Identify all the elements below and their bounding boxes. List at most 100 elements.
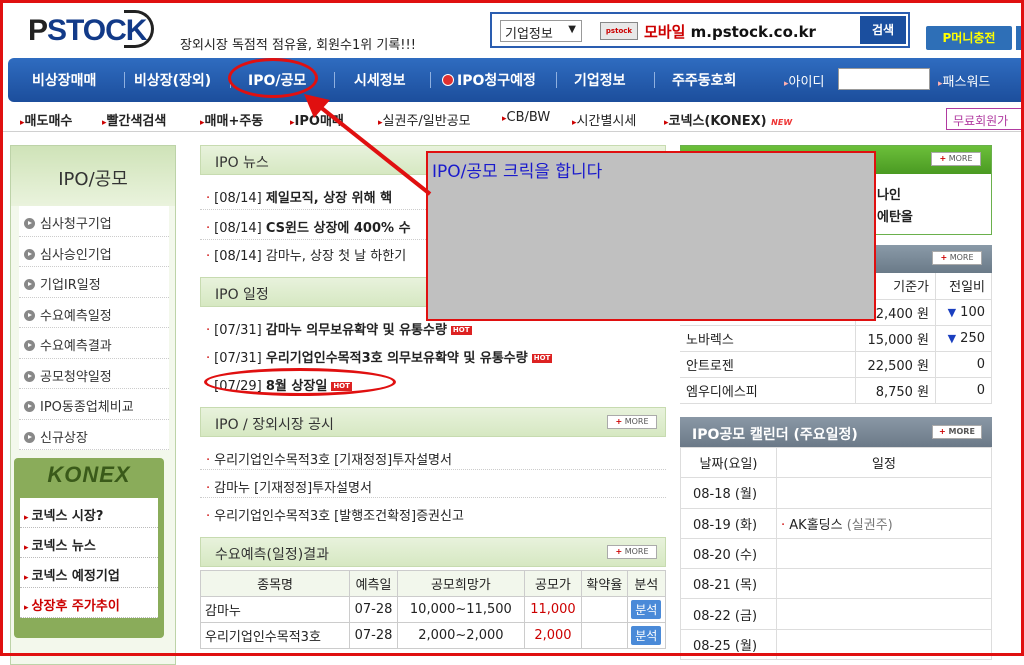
slogan: 장외시장 독점적 점유율, 회원수1위 기록!!! [180,38,416,53]
nav-item-shareholders[interactable]: 주주동호회 [672,70,736,90]
demand-result-table: 종목명 예측일 공모희망가 공모가 확약율 분석 감마누 07-28 10,00… [199,570,667,649]
analysis-cell: 분석 [626,622,667,649]
demand-result-header: 수요예측(일정)결과 + MORE [200,537,666,567]
ipo-calendar-table: 날짜(요일) 일정 08-18 (월) 08-19 (화) · AK홀딩스 (실권… [680,446,992,661]
sidebar-item-ir-schedule[interactable]: 기업IR일정 [19,267,169,298]
calendar-event [776,537,992,570]
pmoney-charge-button[interactable]: P머니충전 [926,26,1012,50]
arrow-bullet-icon [24,279,35,290]
subnav-item-cbbw[interactable]: ▸CB/BW [502,110,550,125]
table-header-row: 종목명 예측일 공모희망가 공모가 확약율 분석 [199,570,667,597]
stock-name[interactable]: 감마누 [199,596,351,623]
ipo-calendar-header: IPO공모 캘린더 (주요일정) + MORE [680,417,992,447]
arrow-bullet-icon [24,309,35,321]
sidebar-item-demand-result[interactable]: 수요예측결과 [19,328,169,359]
ipo-circle-icon [442,74,454,86]
search-button[interactable]: 검색 [860,16,906,44]
sidebar-item-review-approved[interactable]: 심사승인기업 [19,237,169,267]
sidebar-item-peer-compare[interactable]: IPO동종업체비교 [19,389,169,420]
sidebar-item-review-request[interactable]: 심사청구기업 [19,206,169,237]
password-label: ▸패스워드 [938,75,991,90]
nav-item-company-info[interactable]: 기업정보 [574,70,626,90]
mobile-phone-icon: pstock [600,22,638,40]
stock-name[interactable]: 우리기업인수목적3호 [199,622,351,649]
table-row: 08-21 (목) [680,568,992,600]
notice-item[interactable]: · 우리기업인수목적3호 [기재정정]투자설명서 [206,449,452,468]
right-box-line[interactable]: 나인 [877,184,901,203]
chevron-down-icon: ▼ [568,24,576,35]
stock-name[interactable]: 엠우디에스피 [680,377,857,404]
arrow-bullet-icon [24,248,35,260]
nav-divider [430,72,431,88]
table-row: 안트로젠 22,500 원 0 [680,351,992,378]
schedule-item[interactable]: · [07/31] 우리기업인수목적3호 의무보유확약 및 유통수량 HOT [206,347,553,366]
subnav-item-trade[interactable]: ▸매도매수 [20,110,72,129]
subnav-item-konex[interactable]: ▸코넥스(KONEX) NEW [664,110,792,129]
konex-item-market[interactable]: ▸ 코넥스 시장? [20,498,158,528]
id-input[interactable] [838,68,930,90]
subnav-item-hourly[interactable]: ▸시간별시세 [572,110,636,129]
notice-item[interactable]: · 감마누 [기재정정]투자설명서 [206,477,372,496]
notice-item[interactable]: · 우리기업인수목적3호 [발행조건확정]증권신고 [206,505,464,524]
konex-item-news[interactable]: ▸ 코넥스 뉴스 [20,528,158,558]
schedule-item[interactable]: · [07/31] 감마누 의무보유확약 및 유통수량 HOT [206,319,472,338]
partial-button[interactable] [1016,26,1024,50]
konex-item-planned[interactable]: ▸ 코넥스 예정기업 [20,558,158,588]
price-range: 2,000~2,000 [396,622,525,649]
subnav-item-trade-plus[interactable]: ▸매매+주동 [200,110,263,129]
news-item[interactable]: · [08/14] 감마누, 상장 첫 날 하한기 [206,245,406,264]
offer-price: 2,000 [523,622,583,649]
hot-badge: HOT [450,326,472,335]
nav-item-ipo-planned[interactable]: IPO청구예정 [442,70,536,90]
analysis-button[interactable]: 분석 [631,626,662,645]
column-header: 전일비 [935,273,992,300]
analysis-button[interactable]: 분석 [631,600,662,619]
mobile-banner[interactable]: pstock 모바일 m.pstock.co.kr [600,18,850,44]
table-row: 노바렉스 15,000 원 ▼ 250 [680,325,992,352]
news-item[interactable]: · [08/14] CS윈드 상장에 400% 수 [206,217,411,236]
konex-item-price-trend[interactable]: ▸ 상장후 주가추이 [20,588,158,618]
column-header: 확약율 [581,570,628,597]
more-button[interactable]: + MORE [607,415,657,429]
sidebar-item-demand-schedule[interactable]: 수요예측일정 [19,298,169,328]
more-button[interactable]: + MORE [931,152,981,166]
nav-divider [334,72,335,88]
konex-logo: KONEX [47,462,131,487]
calendar-date: 08-22 (금) [680,598,777,630]
id-label: ▸아이디 [784,75,825,90]
nav-item-unlisted-trade[interactable]: 비상장매매 [32,70,96,90]
subnav-item-red-search[interactable]: ▸빨간색검색 [102,110,166,129]
divider [200,497,666,498]
right-box-line[interactable]: 에탄올 [877,206,913,225]
base-price: 22,500 원 [855,351,937,378]
table-row: 08-18 (월) [680,477,992,509]
stock-name[interactable]: 안트로젠 [680,351,857,378]
forecast-date: 07-28 [349,622,398,649]
hot-badge: HOT [531,354,553,363]
forecast-date: 07-28 [349,596,398,623]
nav-divider [556,72,557,88]
more-button[interactable]: + MORE [932,251,982,265]
calendar-event [776,568,992,600]
search-category-select[interactable]: 기업정보 ▼ [500,20,582,42]
more-button[interactable]: + MORE [932,425,982,439]
more-button[interactable]: + MORE [607,545,657,559]
calendar-event[interactable]: · AK홀딩스 (실권주) [776,507,992,539]
price-range: 10,000~11,500 [396,596,525,623]
down-arrow-icon: ▼ [947,331,957,345]
column-header: 분석 [626,570,667,597]
header: PSTOCK 장외시장 독점적 점유율, 회원수1위 기록!!! 기업정보 ▼ p… [0,0,1024,58]
arrow-bullet-icon [24,218,35,229]
commitment-ratio [581,596,628,623]
table-row: 감마누 07-28 10,000~11,500 11,000 분석 [199,596,667,623]
base-price: 8,750 원 [855,377,937,404]
sidebar-item-subscription[interactable]: 공모청약일정 [19,359,169,389]
calendar-date: 08-19 (화) [680,507,777,539]
stock-name[interactable]: 노바렉스 [680,325,857,352]
nav-item-quotes[interactable]: 시세정보 [354,70,406,90]
price-change: ▼ 250 [935,325,992,352]
sidebar-item-new-listing[interactable]: 신규상장 [19,420,169,450]
nav-item-otc[interactable]: 비상장(장외) [134,70,211,90]
free-member-button[interactable]: 무료회원가 [946,108,1024,130]
main-nav: 비상장매매 비상장(장외) IPO/공모 시세정보 IPO청구예정 기업정보 주… [8,58,1024,102]
